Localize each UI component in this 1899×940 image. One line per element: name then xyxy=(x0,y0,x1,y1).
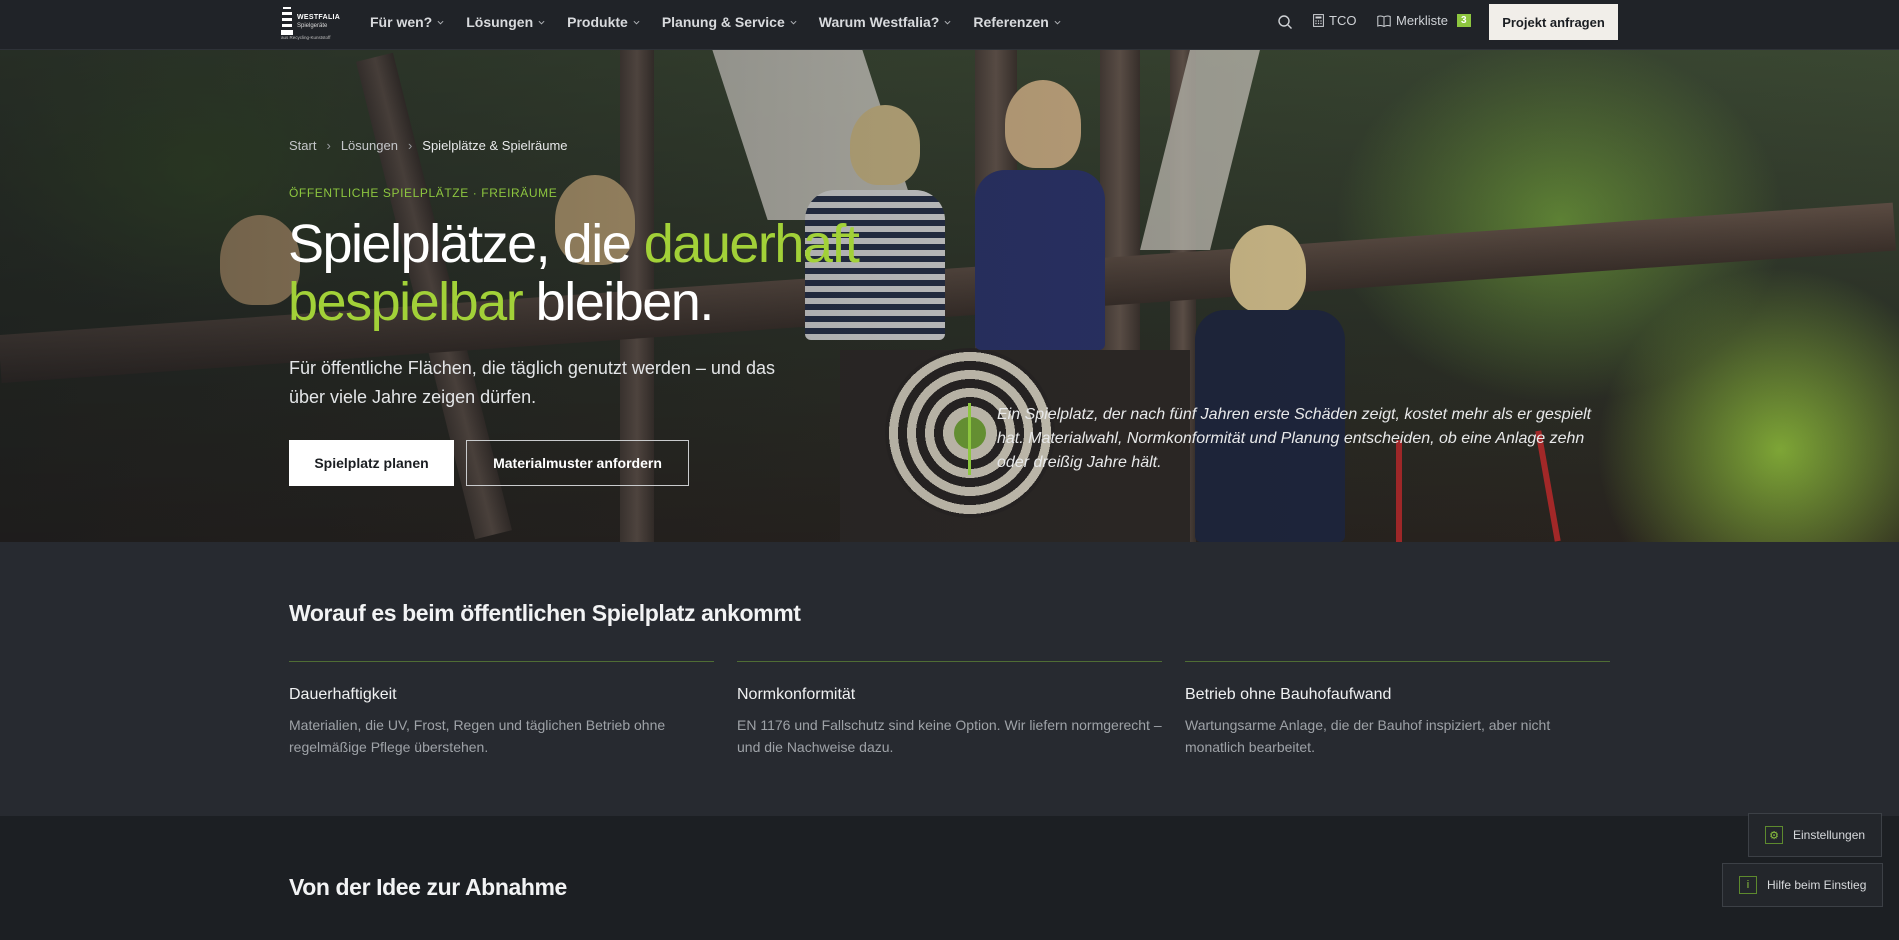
chevron-down-icon xyxy=(790,20,797,25)
merkliste-count-badge: 3 xyxy=(1457,14,1471,27)
main-menu: Für wen? Lösungen Produkte Planung & Ser… xyxy=(370,0,1083,44)
nav-item-warum-westfalia[interactable]: Warum Westfalia? xyxy=(819,14,952,30)
projekt-anfragen-button[interactable]: Projekt anfragen xyxy=(1489,4,1618,40)
help-button[interactable]: i Hilfe beim Einstieg xyxy=(1722,863,1884,907)
help-label: Hilfe beim Einstieg xyxy=(1767,878,1867,892)
breadcrumb: Start › Lösungen › Spielplätze & Spielrä… xyxy=(289,138,568,153)
nav-item-planung-service[interactable]: Planung & Service xyxy=(662,14,797,30)
chevron-down-icon xyxy=(944,20,951,25)
nav-item-label: Lösungen xyxy=(466,14,534,30)
breadcrumb-separator-icon: › xyxy=(407,138,413,153)
criteria-text: Wartungsarme Anlage, die der Bauhof insp… xyxy=(1185,717,1551,755)
nav-item-produkte[interactable]: Produkte xyxy=(567,14,640,30)
section-title: Worauf es beim öffentlichen Spielplatz a… xyxy=(289,600,801,626)
hero-eyebrow: ÖFFENTLICHE SPIELPLÄTZE · FREIRÄUME xyxy=(289,186,558,200)
book-icon xyxy=(1377,15,1391,27)
criteria-text: Materialien, die UV, Frost, Regen und tä… xyxy=(289,717,666,755)
nav-item-fuer-wen[interactable]: Für wen? xyxy=(370,14,444,30)
spielplatz-planen-button[interactable]: Spielplatz planen xyxy=(289,440,454,486)
info-icon: i xyxy=(1739,876,1757,894)
settings-button[interactable]: ⚙ Einstellungen xyxy=(1748,813,1883,857)
hero-overlay xyxy=(0,50,1899,542)
breadcrumb-link-start[interactable]: Start xyxy=(289,138,316,153)
chevron-down-icon xyxy=(633,20,640,25)
nav-item-label: Für wen? xyxy=(370,14,433,30)
criteria-text: EN 1176 und Fallschutz sind keine Option… xyxy=(737,717,1162,755)
headline-text: Spielplätze, die xyxy=(288,214,644,274)
criteria-column: Betrieb ohne Bauhofaufwand Wartungsarme … xyxy=(1185,661,1610,758)
nav-item-label: Referenzen xyxy=(973,14,1049,30)
westfalia-logo[interactable]: WESTFALIA Spielgeräte aus Recycling-Kuns… xyxy=(281,5,341,41)
nav-item-label: Warum Westfalia? xyxy=(818,14,940,30)
top-navigation-bar: WESTFALIA Spielgeräte aus Recycling-Kuns… xyxy=(0,0,1899,50)
logo-brand-text: WESTFALIA xyxy=(297,14,341,21)
materialmuster-anfordern-button[interactable]: Materialmuster anfordern xyxy=(466,440,689,486)
chevron-down-icon xyxy=(437,20,444,25)
process-section: Von der Idee zur Abnahme xyxy=(0,816,1899,940)
headline-text-end: bleiben. xyxy=(522,272,715,332)
merkliste-label: Merkliste xyxy=(1396,13,1449,28)
tco-label: TCO xyxy=(1329,13,1357,28)
hero-lead: Für öffentliche Flächen, die täglich gen… xyxy=(289,358,775,407)
hero-headline: Spielplätze, die dauerhaft bespielbar bl… xyxy=(288,215,908,331)
breadcrumb-current: Spielplätze & Spielräume xyxy=(422,138,568,153)
breadcrumb-link-loesungen[interactable]: Lösungen xyxy=(341,138,398,153)
section-title: Von der Idee zur Abnahme xyxy=(289,874,567,900)
criteria-section: Worauf es beim öffentlichen Spielplatz a… xyxy=(0,542,1899,816)
criteria-title: Dauerhaftigkeit xyxy=(289,686,397,703)
gear-icon: ⚙ xyxy=(1765,826,1783,844)
breadcrumb-separator-icon: › xyxy=(326,138,331,153)
logo-sub-text: Spielgeräte xyxy=(297,23,328,29)
hero-section: Start › Lösungen › Spielplätze & Spielrä… xyxy=(0,50,1899,542)
search-icon[interactable] xyxy=(1277,14,1293,30)
nav-item-label: Produkte xyxy=(567,14,628,30)
logo-mark-icon xyxy=(281,7,293,35)
merkliste-link[interactable]: Merkliste 3 xyxy=(1377,13,1471,28)
criteria-title: Normkonformität xyxy=(737,686,856,703)
criteria-column: Normkonformität EN 1176 und Fallschutz s… xyxy=(737,661,1162,758)
tco-link[interactable]: TCO xyxy=(1313,13,1356,28)
criteria-title: Betrieb ohne Bauhofaufwand xyxy=(1185,686,1392,703)
logo-tagline: aus Recycling-Kunststoff xyxy=(281,35,331,40)
chevron-down-icon xyxy=(1054,20,1061,25)
hero-quote: Ein Spielplatz, der nach fünf Jahren ers… xyxy=(968,403,1608,475)
nav-item-label: Planung & Service xyxy=(661,14,785,30)
chevron-down-icon xyxy=(538,20,545,25)
nav-item-loesungen[interactable]: Lösungen xyxy=(466,14,545,30)
nav-item-referenzen[interactable]: Referenzen xyxy=(973,14,1061,30)
settings-label: Einstellungen xyxy=(1793,828,1866,842)
calculator-icon xyxy=(1313,14,1324,27)
criteria-column: Dauerhaftigkeit Materialien, die UV, Fro… xyxy=(289,661,714,758)
